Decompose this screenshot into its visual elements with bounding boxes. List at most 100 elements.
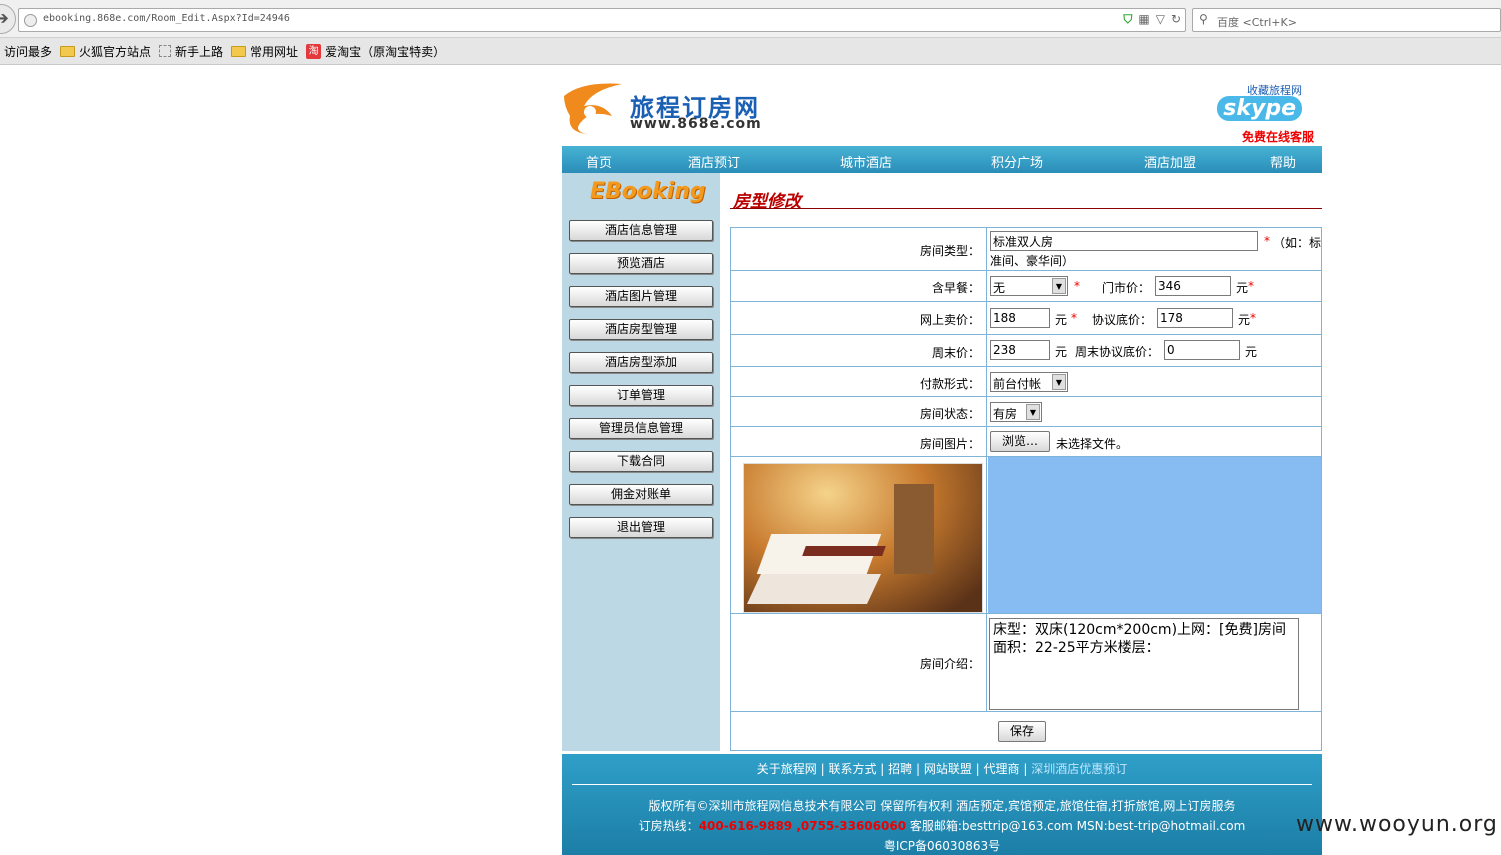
- search-box[interactable]: ⚲ 百度 <Ctrl+K>: [1192, 8, 1501, 32]
- row-weekend-price: 周末价： 元 周末协议底价： 元: [731, 335, 1321, 367]
- row-image: 房间图片： 浏览… 未选择文件。: [731, 427, 1321, 457]
- nav-help[interactable]: 帮助: [1270, 152, 1296, 171]
- sidebar-room-types[interactable]: 酒店房型管理: [569, 319, 713, 340]
- weekend-price-label: 周末价：: [731, 335, 987, 366]
- room-edit-form: 房间类型： * （如：标 准间、豪华间） 含早餐： 无▼ * 门市价： 元 *: [730, 227, 1322, 751]
- intro-label: 房间介绍：: [731, 614, 987, 711]
- photo-bed: [747, 574, 881, 604]
- footer-link-jobs[interactable]: 招聘: [888, 762, 912, 776]
- skype-logo[interactable]: skype: [1217, 96, 1302, 121]
- save-button[interactable]: 保存: [998, 721, 1046, 742]
- yuan-unit: 元: [1055, 345, 1068, 359]
- weekend-price-input[interactable]: [990, 340, 1050, 360]
- yuan-unit: 元: [1236, 281, 1249, 295]
- sidebar-hotel-images[interactable]: 酒店图片管理: [569, 286, 713, 307]
- browse-button[interactable]: 浏览…: [990, 431, 1050, 452]
- sidebar-orders[interactable]: 订单管理: [569, 385, 713, 406]
- row-intro: 房间介绍： 床型：双床(120cm*200cm)上网：[免费]房间面积：22-2…: [731, 614, 1321, 712]
- status-select[interactable]: 有房 ▼: [990, 402, 1042, 422]
- breakfast-label: 含早餐：: [731, 271, 987, 301]
- sidebar-hotel-info[interactable]: 酒店信息管理: [569, 220, 713, 241]
- breakfast-select[interactable]: 无 ▼: [990, 276, 1068, 296]
- bookmark-most-visited[interactable]: 访问最多: [4, 43, 52, 60]
- bookmarks-bar: 访问最多 火狐官方站点 新手上路 常用网址 淘爱淘宝（原淘宝特卖）: [0, 38, 1501, 65]
- row-status: 房间状态： 有房 ▼: [731, 397, 1321, 427]
- agreement-price-input[interactable]: [1157, 308, 1233, 328]
- watermark: www.wooyun.org: [1296, 812, 1498, 837]
- online-price-input[interactable]: [990, 308, 1050, 328]
- online-price-label: 网上卖价：: [731, 302, 987, 334]
- chevron-down-icon: ▼: [1052, 374, 1066, 390]
- photo-side-panel: [988, 457, 1321, 613]
- intro-textarea[interactable]: 床型：双床(120cm*200cm)上网：[免费]房间面积：22-25平方米楼层…: [989, 618, 1299, 710]
- room-type-hint-2: 准间、豪华间）: [990, 254, 1075, 268]
- hotline-label: 订房热线：: [638, 819, 699, 833]
- sidebar: EBooking 酒店信息管理 预览酒店 酒店图片管理 酒店房型管理 酒店房型添…: [562, 173, 720, 751]
- weekend-agreement-label: 周末协议底价：: [1075, 345, 1160, 359]
- bookmark-firefox-site[interactable]: 火狐官方站点: [60, 43, 151, 60]
- photo-bed-runner: [802, 546, 886, 556]
- site-container: 旅程订房网 www.868e.com 收藏旅程网 skype 免费在线客服 首页…: [562, 66, 1322, 855]
- nav-points[interactable]: 积分广场: [991, 152, 1043, 171]
- dropdown-icon[interactable]: ▽: [1156, 12, 1165, 27]
- sidebar-commission[interactable]: 佣金对账单: [569, 484, 713, 505]
- bookmark-label: 访问最多: [4, 44, 53, 59]
- globe-icon: [24, 14, 37, 27]
- status-cell: 有房 ▼: [988, 397, 1321, 426]
- reload-icon[interactable]: ↻: [1171, 12, 1181, 27]
- status-label: 房间状态：: [731, 397, 987, 426]
- main-content: 房型修改 房间类型： * （如：标 准间、豪华间） 含早餐： 无▼ * 门市价：: [730, 173, 1322, 751]
- page-icon: [159, 45, 172, 57]
- sidebar-admin-info[interactable]: 管理员信息管理: [569, 418, 713, 439]
- sidebar-logout[interactable]: 退出管理: [569, 517, 713, 538]
- title-divider: [730, 208, 1322, 209]
- photo-cell: [731, 457, 987, 613]
- nav-city-hotels[interactable]: 城市酒店: [840, 152, 892, 171]
- payment-cell: 前台付帐 ▼: [988, 367, 1321, 396]
- weekend-price-cell: 元 周末协议底价： 元: [988, 335, 1321, 366]
- bookmark-getting-started[interactable]: 新手上路: [159, 43, 223, 60]
- hotline-numbers: 400-616-9889 ,0755-33606060: [698, 819, 907, 833]
- sidebar-download-contract[interactable]: 下载合同: [569, 451, 713, 472]
- footer-link-shenzhen[interactable]: 深圳酒店优惠预订: [1031, 762, 1127, 776]
- photo-door: [894, 484, 934, 574]
- footer-link-contact[interactable]: 联系方式: [828, 762, 876, 776]
- bookmark-aitaobao[interactable]: 淘爱淘宝（原淘宝特卖）: [306, 43, 445, 60]
- breakfast-cell: 无▼ * 门市价： 元 *: [988, 271, 1321, 301]
- footer-copyright: 版权所有©深圳市旅程网信息技术有限公司 保留所有权利 酒店预定,宾馆预定,旅馆住…: [648, 799, 1236, 813]
- breakfast-value: 无: [993, 281, 1006, 295]
- back-button[interactable]: ➔: [0, 4, 16, 34]
- footer-link-about[interactable]: 关于旅程网: [757, 762, 817, 776]
- payment-value: 前台付帐: [993, 377, 1042, 391]
- nav-join[interactable]: 酒店加盟: [1144, 152, 1196, 171]
- site-footer: 关于旅程网 | 联系方式 | 招聘 | 网站联盟 | 代理商 | 深圳酒店优惠预…: [562, 754, 1322, 855]
- no-file-text: 未选择文件。: [1056, 437, 1129, 451]
- required-mark: *: [1248, 279, 1254, 293]
- sidebar-preview-hotel[interactable]: 预览酒店: [569, 253, 713, 274]
- weekend-agreement-input[interactable]: [1164, 340, 1240, 360]
- payment-select[interactable]: 前台付帐 ▼: [990, 372, 1068, 392]
- nav-home[interactable]: 首页: [586, 152, 612, 171]
- footer-link-agents[interactable]: 代理商: [984, 762, 1020, 776]
- bookmark-label: 火狐官方站点: [79, 44, 152, 59]
- room-type-input[interactable]: [990, 231, 1258, 251]
- nav-hotel-booking[interactable]: 酒店预订: [688, 152, 740, 171]
- footer-link-alliance[interactable]: 网站联盟: [924, 762, 972, 776]
- agreement-price-label: 协议底价：: [1092, 313, 1153, 327]
- taobao-icon: 淘: [306, 43, 322, 59]
- row-online-price: 网上卖价： 元 * 协议底价： 元 *: [731, 302, 1321, 335]
- folder-icon: [231, 45, 247, 57]
- online-service-link[interactable]: 免费在线客服: [1242, 128, 1314, 145]
- sidebar-add-room-type[interactable]: 酒店房型添加: [569, 352, 713, 373]
- qr-icon[interactable]: ▦: [1138, 12, 1149, 27]
- room-type-hint: （如：标: [1273, 236, 1322, 250]
- bookmark-common-sites[interactable]: 常用网址: [231, 43, 298, 60]
- shield-icon[interactable]: ⛉: [1123, 12, 1132, 27]
- chevron-down-icon: ▼: [1052, 278, 1066, 294]
- bookmark-label: 新手上路: [175, 44, 224, 59]
- bookmark-label: 常用网址: [250, 44, 299, 59]
- address-bar[interactable]: ebooking.868e.com/Room_Edit.Aspx?Id=2494…: [18, 8, 1186, 32]
- image-label: 房间图片：: [731, 427, 987, 456]
- door-price-input[interactable]: [1155, 276, 1231, 296]
- footer-icp[interactable]: 粤ICP备06030863号: [562, 837, 1322, 854]
